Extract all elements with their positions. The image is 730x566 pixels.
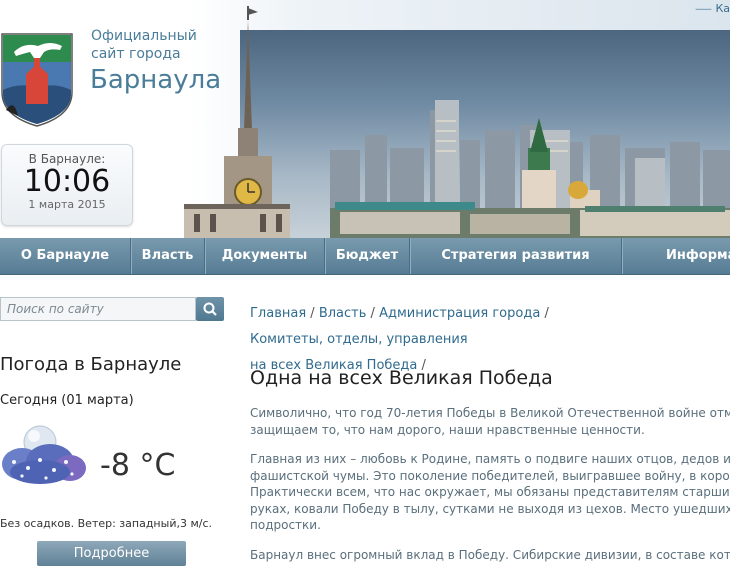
users-icon: ⸺ [695, 4, 712, 15]
search-icon [203, 302, 217, 316]
breadcrumb-separator: / [310, 306, 315, 321]
breadcrumb-administration[interactable]: Администрация города [379, 306, 540, 321]
breadcrumb-home[interactable]: Главная [250, 306, 306, 321]
nav-item-strategy[interactable]: Стратегия развития [410, 238, 622, 274]
weather-more-button[interactable]: Подробнее [37, 541, 186, 566]
nav-item-documents[interactable]: Документы [205, 238, 325, 274]
breadcrumb-committees[interactable]: Комитеты, отделы, управления [250, 332, 468, 347]
site-title[interactable]: Барнаула [90, 65, 221, 95]
weather-details: Без осадков. Ветер: западный,3 м/с. [0, 517, 213, 530]
breadcrumb-separator: / [370, 306, 375, 321]
main-navigation: О Барнауле Власть Документы Бюджет Страт… [0, 238, 730, 275]
weather-date: Сегодня (01 марта) [0, 393, 134, 408]
coat-of-arms-icon[interactable] [0, 32, 74, 128]
nav-item-budget[interactable]: Бюджет [325, 238, 410, 274]
breadcrumb-separator: / [544, 306, 549, 321]
weather-title: Погода в Барнауле [0, 354, 182, 375]
site-header: ⸺ Ка Официальный сайт города Барнаула В … [0, 0, 730, 238]
article-title: Одна на всех Великая Победа [250, 367, 553, 389]
article-paragraph: Символично, что год 70-летия Победы в Ве… [250, 406, 730, 437]
header-top-link[interactable]: ⸺ Ка [695, 0, 730, 15]
nav-item-government[interactable]: Власть [131, 238, 205, 274]
article-paragraph: Главная из них – любовь к Родине, память… [250, 452, 730, 532]
search-box [0, 297, 196, 321]
clock-date: 1 марта 2015 [28, 198, 106, 211]
city-clock: В Барнауле: 10:06 1 марта 2015 [1, 144, 133, 226]
weather-temperature: -8 °C [100, 448, 176, 483]
article-paragraph: Барнаул внес огромный вклад в Победу. Си… [250, 548, 730, 562]
search-input[interactable] [1, 298, 193, 320]
site-subtitle-line1: Официальный [91, 28, 197, 44]
clock-time: 10:06 [23, 164, 111, 199]
nav-item-information[interactable]: Информа [622, 238, 730, 274]
city-panorama [240, 30, 730, 238]
search-button[interactable] [196, 297, 224, 321]
site-subtitle-line2: сайт города [91, 46, 181, 62]
snow-cloud-icon [2, 425, 86, 484]
breadcrumb-government[interactable]: Власть [319, 306, 367, 321]
nav-item-about[interactable]: О Барнауле [0, 238, 131, 274]
